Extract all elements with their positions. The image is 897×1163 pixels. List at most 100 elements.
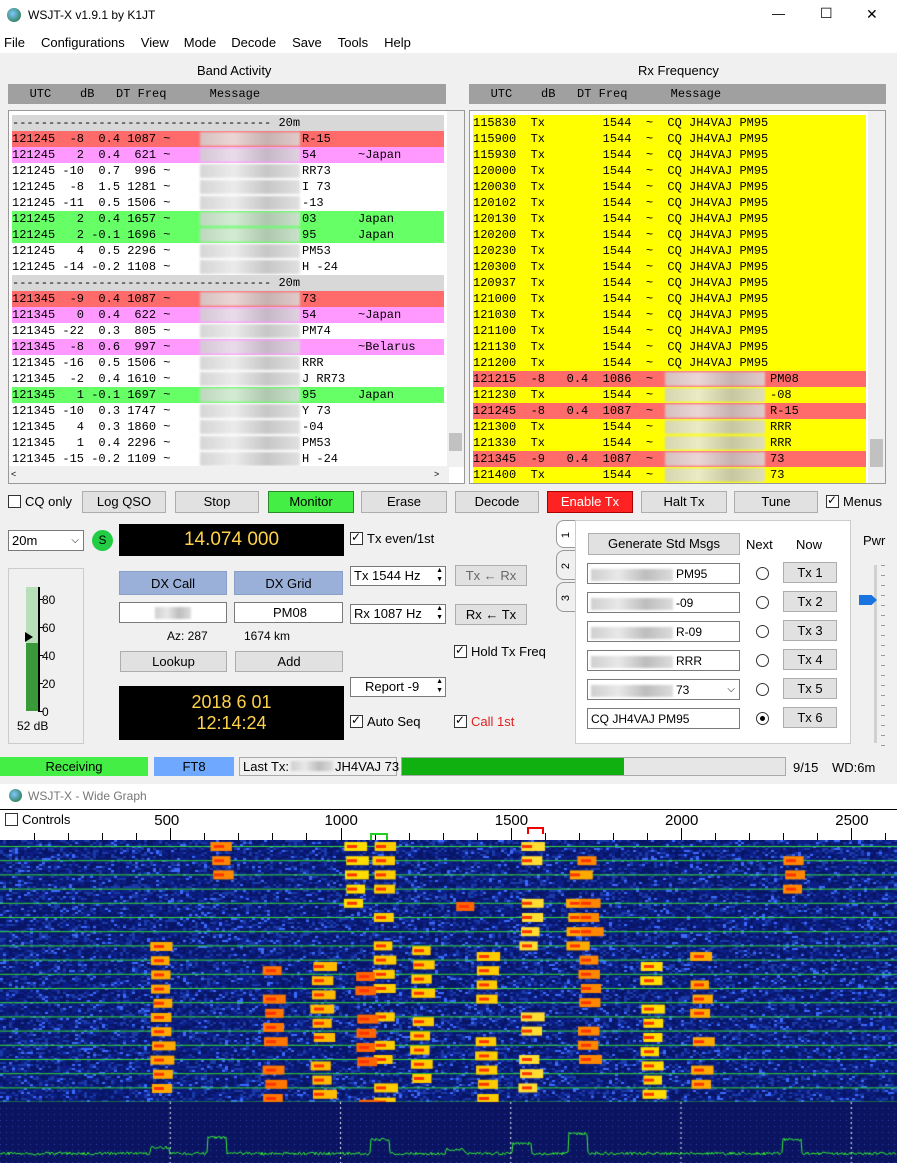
message-row[interactable]: 121345 4 0.3 1860 ~ -04 (12, 419, 444, 435)
auto-seq-checkbox[interactable]: Auto Seq (350, 713, 421, 729)
minimize-button[interactable]: — (772, 6, 785, 21)
message-row[interactable]: 121345 -9 0.4 1087 ~ 73 (473, 451, 866, 467)
menu-configurations[interactable]: Configurations (41, 31, 125, 53)
message-row[interactable]: 121245 -8 0.4 1087 ~ R-15 (473, 403, 866, 419)
dx-call-input[interactable] (119, 602, 227, 623)
message-row[interactable]: 120130 Tx 1544 ~ CQ JH4VAJ PM95 (473, 211, 866, 227)
controls-checkbox[interactable]: Controls (5, 812, 70, 827)
call-1st-checkbox[interactable]: Call 1st (454, 713, 514, 729)
rx-freq-spinbox[interactable]: Rx 1087 Hz ▲ ▼ (350, 604, 446, 624)
message-row[interactable]: 121345 -8 0.6 997 ~ ~Belarus (12, 339, 444, 355)
tx-now-button[interactable]: Tx 5 (783, 678, 837, 699)
tx-now-button[interactable]: Tx 2 (783, 591, 837, 612)
message-row[interactable]: 120102 Tx 1544 ~ CQ JH4VAJ PM95 (473, 195, 866, 211)
menu-help[interactable]: Help (384, 31, 411, 53)
enable-tx-button[interactable]: Enable Tx (547, 491, 633, 513)
message-row[interactable]: 121300 Tx 1544 ~ RRR (473, 419, 866, 435)
decode-button[interactable]: Decode (455, 491, 539, 513)
message-row[interactable]: 121245 2 0.4 621 ~ 54 ~Japan (12, 147, 444, 163)
cq-only-box[interactable] (8, 495, 21, 508)
hold-tx-freq-checkbox[interactable]: Hold Tx Freq (454, 643, 546, 659)
tx-even-checkbox[interactable]: Tx even/1st (350, 530, 434, 546)
erase-button[interactable]: Erase (361, 491, 447, 513)
message-row[interactable]: 121030 Tx 1544 ~ CQ JH4VAJ PM95 (473, 307, 866, 323)
message-row[interactable]: 121200 Tx 1544 ~ CQ JH4VAJ PM95 (473, 355, 866, 371)
hold-tx-freq-box[interactable] (454, 643, 467, 658)
message-row[interactable]: 121345 -2 0.4 1610 ~ J RR73 (12, 371, 444, 387)
message-row[interactable]: 115930 Tx 1544 ~ CQ JH4VAJ PM95 (473, 147, 866, 163)
tune-button[interactable]: Tune (734, 491, 818, 513)
monitor-button[interactable]: Monitor (268, 491, 354, 513)
tab-3[interactable]: 3 (556, 582, 576, 612)
log-qso-button[interactable]: Log QSO (82, 491, 166, 513)
dx-grid-input[interactable]: PM08 (234, 602, 343, 623)
tx-next-radio[interactable] (756, 654, 769, 667)
message-row[interactable]: 121345 0 0.4 622 ~ 54 ~Japan (12, 307, 444, 323)
message-row[interactable]: 121345 -15 -0.2 1109 ~ H -24 (12, 451, 444, 467)
tx-message-input[interactable]: 73 ⌵ (587, 679, 740, 700)
power-slider[interactable] (859, 565, 885, 746)
message-row[interactable]: 121245 -14 -0.2 1108 ~ H -24 (12, 259, 444, 275)
tx-even-box[interactable] (350, 530, 363, 545)
rx-frequency-list[interactable]: 115830 Tx 1544 ~ CQ JH4VAJ PM95 115900 Tx… (469, 110, 886, 484)
tx-now-button[interactable]: Tx 6 (783, 707, 837, 728)
message-row[interactable]: 121245 -8 0.4 1087 ~ R-15 (12, 131, 444, 147)
lookup-button[interactable]: Lookup (120, 651, 227, 672)
generate-std-msgs-button[interactable]: Generate Std Msgs (588, 533, 740, 555)
message-row[interactable]: 121245 2 0.4 1657 ~ 03 Japan (12, 211, 444, 227)
auto-seq-box[interactable] (350, 713, 363, 728)
add-button[interactable]: Add (235, 651, 343, 672)
message-row[interactable]: 120200 Tx 1544 ~ CQ JH4VAJ PM95 (473, 227, 866, 243)
controls-box[interactable] (5, 813, 18, 826)
halt-tx-button[interactable]: Halt Tx (641, 491, 727, 513)
cq-only-checkbox[interactable]: CQ only (8, 494, 72, 509)
tx-message-input[interactable]: RRR (587, 650, 740, 671)
band-activity-list[interactable]: ------------------------------------ 20m… (8, 110, 465, 484)
tx-next-radio[interactable] (756, 596, 769, 609)
tx-freq-spinbox[interactable]: Tx 1544 Hz ▲ ▼ (350, 566, 446, 586)
band-select[interactable]: 20m ⌵ (8, 530, 84, 551)
message-row[interactable]: 120937 Tx 1544 ~ CQ JH4VAJ PM95 (473, 275, 866, 291)
tx-message-input[interactable]: -09 (587, 592, 740, 613)
message-row[interactable]: 121000 Tx 1544 ~ CQ JH4VAJ PM95 (473, 291, 866, 307)
call-1st-box[interactable] (454, 713, 467, 728)
message-row[interactable]: 121345 -9 0.4 1087 ~ 73 (12, 291, 444, 307)
message-row[interactable]: 115830 Tx 1544 ~ CQ JH4VAJ PM95 (473, 115, 866, 131)
tx-from-rx-button[interactable]: Tx ← Rx (455, 565, 527, 586)
message-row[interactable]: 121330 Tx 1544 ~ RRR (473, 435, 866, 451)
maximize-button[interactable]: ☐ (820, 5, 833, 22)
message-row[interactable]: 121245 4 0.5 2296 ~ PM53 (12, 243, 444, 259)
message-row[interactable]: 120030 Tx 1544 ~ CQ JH4VAJ PM95 (473, 179, 866, 195)
menu-save[interactable]: Save (292, 31, 322, 53)
tx-next-radio[interactable] (756, 625, 769, 638)
menu-view[interactable]: View (141, 31, 169, 53)
band-activity-hscroll[interactable]: < > (9, 466, 449, 483)
message-row[interactable]: 121230 Tx 1544 ~ -08 (473, 387, 866, 403)
message-row[interactable]: 121100 Tx 1544 ~ CQ JH4VAJ PM95 (473, 323, 866, 339)
tx-now-button[interactable]: Tx 1 (783, 562, 837, 583)
close-button[interactable]: ✕ (866, 6, 878, 23)
message-row[interactable]: 121345 -10 0.3 1747 ~ Y 73 (12, 403, 444, 419)
message-row[interactable]: 121215 -8 0.4 1086 ~ PM08 (473, 371, 866, 387)
tx-message-input[interactable]: PM95 (587, 563, 740, 584)
message-row[interactable]: 120000 Tx 1544 ~ CQ JH4VAJ PM95 (473, 163, 866, 179)
message-row[interactable]: 121345 1 0.4 2296 ~ PM53 (12, 435, 444, 451)
message-row[interactable]: 121245 -11 0.5 1506 ~ -13 (12, 195, 444, 211)
message-row[interactable]: 120300 Tx 1544 ~ CQ JH4VAJ PM95 (473, 259, 866, 275)
message-row[interactable]: 121245 -10 0.7 996 ~ RR73 (12, 163, 444, 179)
message-row[interactable]: 121345 -22 0.3 805 ~ PM74 (12, 323, 444, 339)
tx-message-input[interactable]: R-09 (587, 621, 740, 642)
message-row[interactable]: 121345 1 -0.1 1697 ~ 95 Japan (12, 387, 444, 403)
message-row[interactable]: 115900 Tx 1544 ~ CQ JH4VAJ PM95 (473, 131, 866, 147)
tx-next-radio[interactable] (756, 567, 769, 580)
message-row[interactable]: ------------------------------------ 20m (12, 115, 444, 131)
message-row[interactable]: 121245 2 -0.1 1696 ~ 95 Japan (12, 227, 444, 243)
message-row[interactable]: 120230 Tx 1544 ~ CQ JH4VAJ PM95 (473, 243, 866, 259)
tx-next-radio[interactable] (756, 712, 769, 725)
band-activity-vscroll[interactable] (447, 111, 464, 467)
report-spinbox[interactable]: Report -9 ▲ ▼ (350, 677, 446, 697)
rx-frequency-vscroll[interactable] (868, 111, 885, 483)
menu-file[interactable]: File (4, 31, 25, 53)
menus-box[interactable] (826, 493, 839, 508)
tab-2[interactable]: 2 (556, 550, 576, 580)
